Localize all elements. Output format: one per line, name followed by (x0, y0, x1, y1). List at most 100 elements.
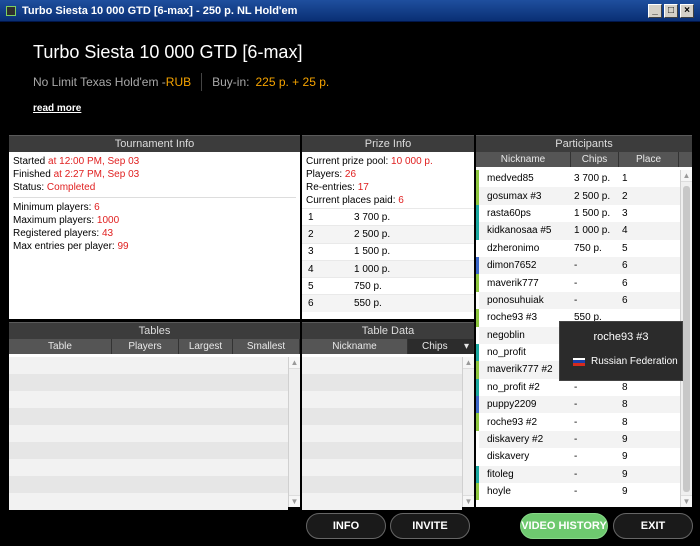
participants-header: Nickname Chips Place (476, 152, 692, 167)
participant-row[interactable]: ponosuhuiak - 6 (476, 291, 680, 310)
participant-chips: 750 р. (574, 242, 602, 254)
participant-row[interactable]: dimon7652- 6 (476, 256, 680, 275)
participant-chips: - (574, 416, 578, 428)
video-history-button[interactable]: VIDEO HISTORY (520, 513, 608, 539)
scroll-up-arrow[interactable]: ▲ (289, 357, 300, 369)
col-chips-sorted[interactable]: Chips ▾ (408, 339, 474, 354)
game-type: No Limit Texas Hold'em - (33, 75, 166, 89)
players-value: 26 (344, 169, 357, 180)
status-value: Completed (46, 182, 96, 193)
players-line: Players: 26 (306, 169, 357, 180)
min-players-value: 6 (94, 202, 100, 213)
participant-nickname: roche93 #3 (476, 309, 571, 327)
participant-row[interactable]: gosumax #3 2 500 р. 2 (476, 187, 680, 205)
buyin-value: 225 р. + 25 р. (255, 75, 330, 89)
table-data-panel: Table Data Nickname Chips ▾ ▲ ▼ (302, 322, 474, 510)
max-entries-value: 99 (117, 241, 129, 252)
participant-chips: 2 500 р. (574, 190, 611, 202)
participant-chips: - (574, 399, 578, 411)
participant-nickname: fitoleg (476, 465, 571, 484)
participant-place: 2 (622, 190, 628, 202)
prize-row: 13 700 р. (302, 208, 474, 226)
participant-row[interactable]: hoyle - 9 (476, 483, 680, 501)
participant-row[interactable]: diskavery #2- 9 (476, 430, 680, 449)
table-data-scrollbar[interactable]: ▲ ▼ (462, 357, 474, 507)
participant-nickname: negoblin (476, 326, 571, 344)
finished-value: at 2:27 PM, Sep 03 (53, 169, 140, 180)
minimize-button[interactable]: _ (648, 3, 662, 18)
tournament-name: Turbo Siesta 10 000 GTD [6-max] (33, 42, 303, 62)
participant-nickname: rasta60ps (476, 204, 571, 223)
tables-list (9, 357, 288, 510)
close-button[interactable]: × (680, 3, 694, 18)
tables-header: Table Players Largest Smallest (9, 339, 300, 354)
divider (201, 73, 203, 91)
col-smallest[interactable]: Smallest (233, 339, 300, 354)
prize-row: 41 000 р. (302, 259, 474, 278)
window-title: Turbo Siesta 10 000 GTD [6-max] - 250 р.… (22, 4, 298, 17)
participant-nickname: dimon7652 (476, 256, 571, 275)
participant-row[interactable]: medved85 3 700 р. 1 (476, 170, 680, 188)
participant-row[interactable]: fitoleg - 9 (476, 465, 680, 484)
status-line: Status: Completed (13, 182, 96, 193)
tables-scrollbar[interactable]: ▲ ▼ (288, 357, 300, 507)
participant-row[interactable]: roche93 #2- 8 (476, 413, 680, 431)
maximize-button[interactable]: □ (664, 3, 678, 18)
divider (13, 197, 296, 198)
col-chips[interactable]: Chips (571, 152, 619, 167)
col-place[interactable]: Place (619, 152, 679, 167)
max-players-line: Maximum players: 1000 (13, 215, 120, 226)
read-more-link[interactable]: read more (33, 103, 81, 114)
invite-button[interactable]: INVITE (390, 513, 470, 539)
participant-nickname: kidkanosaa #5 (476, 222, 571, 240)
app-icon (6, 5, 16, 16)
participant-place: 8 (622, 399, 628, 411)
participant-nickname: medved85 (476, 170, 571, 188)
scroll-up-arrow[interactable]: ▲ (681, 170, 692, 182)
participant-nickname: roche93 #2 (476, 413, 571, 431)
col-nickname[interactable]: Nickname (476, 152, 571, 167)
prize-info-title: Prize Info (302, 135, 474, 152)
prize-row: 31 500 р. (302, 242, 474, 260)
buyin-label: Buy-in: (212, 75, 250, 89)
participant-nickname: puppy2209 (476, 396, 571, 414)
participant-row[interactable]: no_profit #2- 8 (476, 378, 680, 397)
participant-nickname: gosumax #3 (476, 187, 571, 205)
prize-info-panel: Prize Info Current prize pool: 10 000 р.… (302, 135, 474, 319)
participant-place: 1 (622, 173, 628, 185)
participant-row[interactable]: puppy2209- 8 (476, 396, 680, 414)
scroll-down-arrow[interactable]: ▼ (463, 495, 474, 507)
scroll-thumb[interactable] (683, 186, 690, 492)
scroll-down-arrow[interactable]: ▼ (681, 495, 692, 507)
participant-row[interactable]: dzheronimo 750 р. 5 (476, 239, 680, 257)
scroll-down-arrow[interactable]: ▼ (289, 495, 300, 507)
participant-nickname: ponosuhuiak (476, 291, 571, 310)
participant-nickname: diskavery #2 (476, 430, 571, 449)
participant-nickname: maverik777 #2 (476, 361, 571, 379)
tooltip-country-name: Russian Federation (591, 356, 678, 367)
scroll-up-arrow[interactable]: ▲ (463, 357, 474, 369)
participant-row[interactable]: rasta60ps 1 500 р. 3 (476, 204, 680, 223)
table-data-title: Table Data (302, 322, 474, 339)
exit-button[interactable]: EXIT (613, 513, 693, 539)
participant-nickname: diskavery (476, 448, 571, 466)
col-table[interactable]: Table (9, 339, 112, 354)
col-largest[interactable]: Largest (179, 339, 233, 354)
participant-place: 8 (622, 381, 628, 393)
participant-row[interactable]: diskavery - 9 (476, 448, 680, 466)
currency: RUB (165, 75, 192, 89)
participant-chips: - (574, 434, 578, 446)
participant-nickname: maverik777 (476, 274, 571, 292)
col-nickname[interactable]: Nickname (302, 339, 408, 354)
min-players-line: Minimum players: 6 (13, 202, 100, 213)
tournament-header: Turbo Siesta 10 000 GTD [6-max] No Limit… (0, 22, 700, 130)
participant-row[interactable]: maverik777- 6 (476, 274, 680, 292)
prize-row: 22 500 р. (302, 225, 474, 243)
participant-chips: 3 700 р. (574, 173, 611, 185)
info-button[interactable]: INFO (306, 513, 386, 539)
window-titlebar[interactable]: Turbo Siesta 10 000 GTD [6-max] - 250 р.… (0, 0, 700, 22)
participant-place: 8 (622, 416, 628, 428)
participant-chips: - (574, 486, 578, 498)
col-players[interactable]: Players (112, 339, 179, 354)
participant-row[interactable]: kidkanosaa #5 1 000 р. 4 (476, 222, 680, 240)
